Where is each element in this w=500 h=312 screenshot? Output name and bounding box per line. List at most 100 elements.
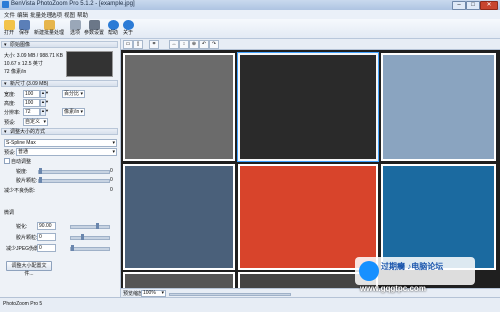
maximize-button[interactable]: □ [466,1,480,10]
width-spinner[interactable]: ▲▼ [40,90,49,98]
fine-slider-1-knob[interactable] [96,223,99,229]
fit-height-icon[interactable]: ↕ [179,40,189,49]
auto-adjust-checkbox[interactable] [4,158,10,164]
fine-slider-3-knob[interactable] [71,245,74,251]
settings-panel: 原始图像 大小: 3.09 MB / 988.71 KB 10.67 x 12.… [0,39,121,297]
fine-tune-header: 微调 [4,210,15,216]
photo-observatory[interactable] [123,164,235,270]
fine-slider-1[interactable] [70,223,110,229]
minimize-button[interactable]: – [452,1,466,10]
close-button[interactable]: ✕ [480,1,498,10]
fine-slider-input-1[interactable]: 90.00 [37,222,56,230]
thumbnail-preview[interactable] [66,51,113,77]
menu-help[interactable]: 帮助 [77,11,88,19]
section-method[interactable]: 调整大小的方式 [1,128,118,136]
photo-fish[interactable] [381,164,496,270]
fine-slider-2-knob[interactable] [81,234,84,240]
save-button[interactable]: 保存 [17,20,31,37]
menu-edit[interactable]: 编辑 [17,11,28,19]
tools-icon [88,20,100,30]
resolution-input[interactable]: 72 [23,108,40,116]
method-select[interactable]: S-Spline Max [4,139,117,147]
batch-button[interactable]: 新建批量处理 [34,20,64,37]
main-toolbar: 打开 保存 新建批量处理 选项 参数设置 帮助 关于 [0,19,500,39]
viewer-toolbar: ▭ ▯ ⌗ ↔ ↕ ⊕ ↶ ↷ [121,39,500,50]
help-button[interactable]: 帮助 [106,20,120,37]
fine-slider-label-1: 锐化: [16,224,28,230]
save-icon [18,20,30,30]
width-label: 宽度: [4,92,16,98]
zoom-select[interactable]: 100% [141,290,166,297]
original-dimensions: 10.67 x 12.5 英寸 [4,61,43,67]
fine-slider-3[interactable] [70,245,110,251]
resize-profiles-button[interactable]: 调整大小配置文件... [6,261,52,277]
resolution-unit-select[interactable]: 像素/in [62,108,85,116]
view-split-icon[interactable]: ▯ [133,40,143,49]
preset2-label: 预设: [4,150,16,156]
help-icon [107,20,119,30]
preset2-select[interactable]: 普通 [16,148,117,156]
fine-slider-input-3[interactable]: 0 [37,244,56,252]
zoom-slider[interactable] [169,293,291,296]
resolution-spinner[interactable]: ▲▼ [40,108,49,116]
fine-slider-2[interactable] [70,234,110,240]
original-size: 大小: 3.09 MB / 988.71 KB [4,53,63,59]
rotate-right-icon[interactable]: ↷ [209,40,219,49]
window-title: BenVista PhotoZoom Pro 5.1.2 - [example.… [11,1,135,7]
photo-shell[interactable] [237,52,379,162]
width-unit-select[interactable]: 百分比 [62,90,85,98]
rotate-left-icon[interactable]: ↶ [199,40,209,49]
sharpness-slider[interactable] [38,168,110,174]
film-grain-value: 0 [110,177,113,183]
menu-options[interactable]: 选项 [51,11,62,19]
open-button[interactable]: 打开 [2,20,16,37]
prefs-button[interactable]: 参数设置 [84,20,104,37]
film-grain-slider[interactable] [38,177,110,183]
fine-slider-input-2[interactable]: 0 [37,233,56,241]
watermark-title: 过期癵 ♪电脑论坛 [381,262,444,271]
menu-file[interactable]: 文件 [4,11,15,19]
zoom-label: 预览缩放 [123,291,144,297]
watermark-badge: 过期癵 ♪电脑论坛 [355,257,475,285]
height-label: 高度: [4,101,16,107]
fine-slider-label-2: 胶片颗粒: [16,235,38,241]
photo-fruits[interactable] [238,164,378,270]
watermark-logo-icon [359,261,379,281]
zoom-icon[interactable]: ⊕ [189,40,199,49]
artifact-label: 减少不良伪影: [4,188,36,194]
fine-slider-label-3: 减少JPEG伪影: [6,246,41,252]
film-grain-label: 胶片颗粒: [16,178,38,184]
batch-icon [43,20,55,30]
preset-select[interactable]: 自定义 [23,118,48,126]
about-button[interactable]: 关于 [121,20,135,37]
auto-adjust-label: 自动调整 [11,159,32,165]
height-spinner[interactable]: ▲▼ [40,99,49,107]
status-bar: PhotoZoom Pro 5 [0,297,500,312]
sharpness-knob[interactable] [39,168,42,174]
resolution-label: 分辨率: [4,110,21,116]
menu-view[interactable]: 视图 [64,11,75,19]
crop-icon[interactable]: ⌗ [149,40,159,49]
section-original[interactable]: 原始图像 [1,41,118,49]
photo-cat[interactable] [123,53,235,161]
options-button[interactable]: 选项 [68,20,82,37]
menu-batch[interactable]: 批量处理 [30,11,52,19]
sharpness-value: 0 [110,168,113,174]
watermark-url: www.gqgtpc.com [360,284,426,293]
photo-windmill[interactable] [381,53,496,161]
width-input[interactable]: 100 [23,90,40,98]
original-resolution: 72 像素/in [4,69,27,75]
status-text: PhotoZoom Pro 5 [3,301,43,307]
app-icon [2,1,9,8]
section-new-size[interactable]: 新尺寸 (3.09 MB) [1,80,118,88]
fit-width-icon[interactable]: ↔ [169,40,179,49]
artifact-value: 0 [110,187,113,193]
folder-icon [3,20,15,30]
gear-icon [69,20,81,30]
view-single-icon[interactable]: ▭ [123,40,133,49]
height-input[interactable]: 100 [23,99,40,107]
preset-label: 预设: [4,120,16,126]
info-icon [122,20,134,30]
film-grain-knob[interactable] [39,177,42,183]
sharpness-label: 锐度: [16,169,28,175]
